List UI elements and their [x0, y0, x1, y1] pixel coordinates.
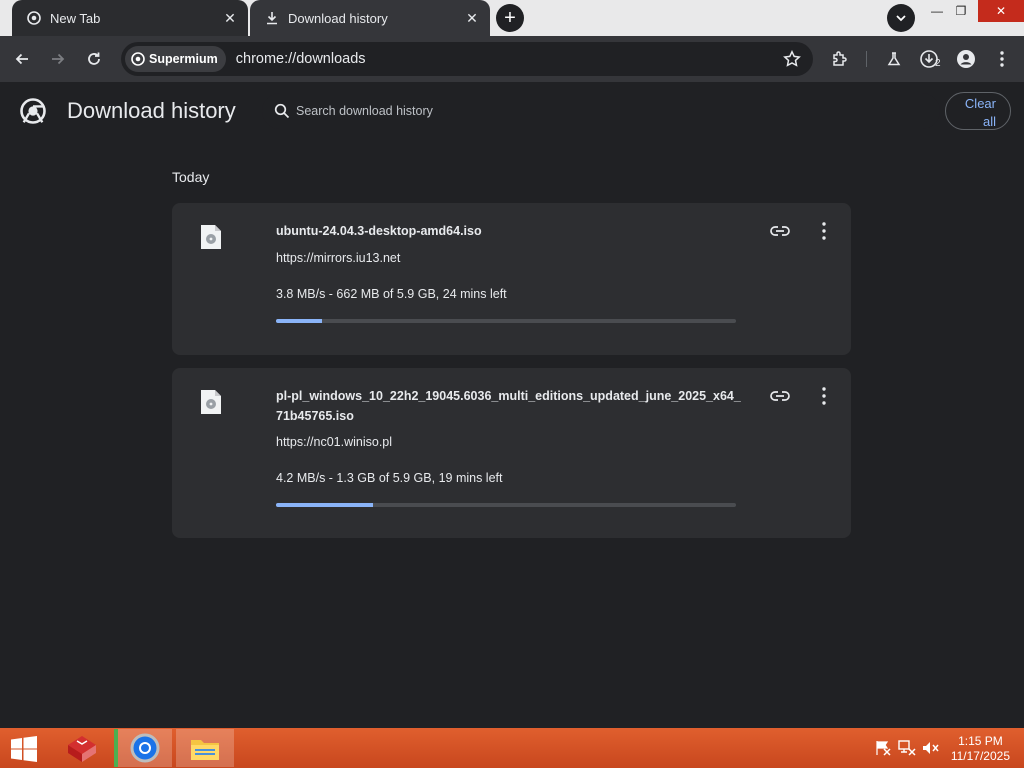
download-progress-fill — [276, 319, 322, 323]
menu-button[interactable] — [988, 45, 1016, 73]
back-button[interactable] — [8, 45, 36, 73]
extensions-button[interactable] — [826, 45, 854, 73]
reload-button[interactable] — [80, 45, 108, 73]
file-icon — [201, 390, 221, 414]
page-title: Download history — [67, 98, 236, 123]
puzzle-icon — [833, 51, 847, 66]
chip-label: Supermium — [149, 52, 218, 66]
search-field[interactable]: Search download history — [262, 93, 940, 129]
download-source-url[interactable]: https://nc01.winiso.pl — [276, 435, 392, 449]
toolbar: Supermium chrome://downloads — [0, 36, 1024, 82]
action-center-flag-icon[interactable] — [874, 740, 892, 756]
tab-label: Download history — [288, 10, 388, 26]
labs-button[interactable] — [880, 45, 908, 73]
profile-icon — [957, 50, 975, 68]
reload-icon — [88, 52, 100, 65]
close-window-button[interactable]: ✕ — [978, 0, 1024, 22]
arrow-right-icon — [52, 53, 65, 65]
clear-all-label-line1: Clear — [964, 96, 996, 111]
chrome-icon — [26, 10, 42, 26]
more-actions-icon[interactable] — [816, 385, 832, 407]
windows-start-icon[interactable] — [10, 736, 38, 762]
more-actions-icon[interactable] — [816, 220, 832, 242]
toolbox-icon — [68, 736, 96, 762]
arrow-left-icon — [15, 53, 28, 65]
bookmark-star-icon[interactable] — [783, 50, 801, 68]
download-filename[interactable]: pl-pl_windows_10_22h2_19045.6036_multi_e… — [276, 386, 746, 426]
downloads-page: Download history Search download history… — [0, 82, 1024, 728]
restore-button[interactable]: ❐ — [946, 0, 976, 22]
chrome-icon — [131, 52, 145, 66]
clock-date: 11/17/2025 — [950, 749, 1010, 763]
tab-label: New Tab — [50, 10, 101, 26]
tab-strip: New Tab ✕ Download history ✕ + — ❐ ✕ — [0, 0, 1024, 36]
section-date-label: Today — [172, 169, 210, 185]
tab-search-button[interactable] — [887, 4, 915, 32]
search-icon — [274, 103, 290, 119]
profile-button[interactable] — [952, 45, 980, 73]
tab-new-tab[interactable]: New Tab ✕ — [12, 0, 248, 36]
tab-download-history[interactable]: Download history ✕ — [250, 0, 490, 36]
network-icon[interactable] — [898, 740, 916, 756]
address-bar[interactable]: Supermium chrome://downloads — [121, 42, 813, 76]
search-placeholder: Search download history — [296, 104, 433, 118]
download-progress-bar — [276, 319, 736, 323]
new-tab-button[interactable]: + — [496, 4, 524, 32]
download-source-url[interactable]: https://mirrors.iu13.net — [276, 251, 400, 265]
taskbar: 1:15 PM 11/17/2025 — [0, 728, 1024, 768]
more-vertical-icon — [1000, 51, 1004, 67]
download-item: ubuntu-24.04.3-desktop-amd64.iso https:/… — [172, 203, 851, 355]
chrome-logo-icon — [20, 98, 46, 124]
url-text[interactable]: chrome://downloads — [236, 51, 366, 67]
volume-muted-icon[interactable] — [922, 740, 940, 756]
download-status: 3.8 MB/s - 662 MB of 5.9 GB, 24 mins lef… — [276, 287, 507, 301]
download-item: pl-pl_windows_10_22h2_19045.6036_multi_e… — [172, 368, 851, 538]
clear-all-label-line2: all — [982, 114, 996, 129]
copy-link-icon[interactable] — [769, 385, 791, 407]
taskbar-app-browser[interactable] — [114, 729, 172, 767]
toolbar-divider — [866, 51, 867, 67]
clock-time: 1:15 PM — [958, 734, 1003, 748]
taskbar-app-file-explorer[interactable] — [176, 729, 234, 767]
file-icon — [201, 225, 221, 249]
chevron-down-icon — [896, 15, 906, 22]
browser-icon — [130, 733, 160, 763]
clear-all-button[interactable]: Clear all — [945, 92, 1011, 130]
download-progress-fill — [276, 503, 373, 507]
folder-icon — [191, 740, 219, 760]
download-icon — [264, 10, 280, 26]
downloads-count-badge: 2 — [935, 58, 941, 69]
taskbar-app-toolbox[interactable] — [56, 729, 108, 767]
flask-icon — [887, 52, 901, 66]
download-status: 4.2 MB/s - 1.3 GB of 5.9 GB, 19 mins lef… — [276, 471, 503, 485]
close-tab-icon[interactable]: ✕ — [222, 10, 238, 26]
forward-button[interactable] — [44, 45, 72, 73]
system-clock[interactable]: 1:15 PM 11/17/2025 — [951, 734, 1010, 764]
copy-link-icon[interactable] — [769, 220, 791, 242]
close-tab-icon[interactable]: ✕ — [464, 10, 480, 26]
download-progress-bar — [276, 503, 736, 507]
site-info-chip[interactable]: Supermium — [125, 46, 226, 72]
download-filename[interactable]: ubuntu-24.04.3-desktop-amd64.iso — [276, 221, 746, 241]
